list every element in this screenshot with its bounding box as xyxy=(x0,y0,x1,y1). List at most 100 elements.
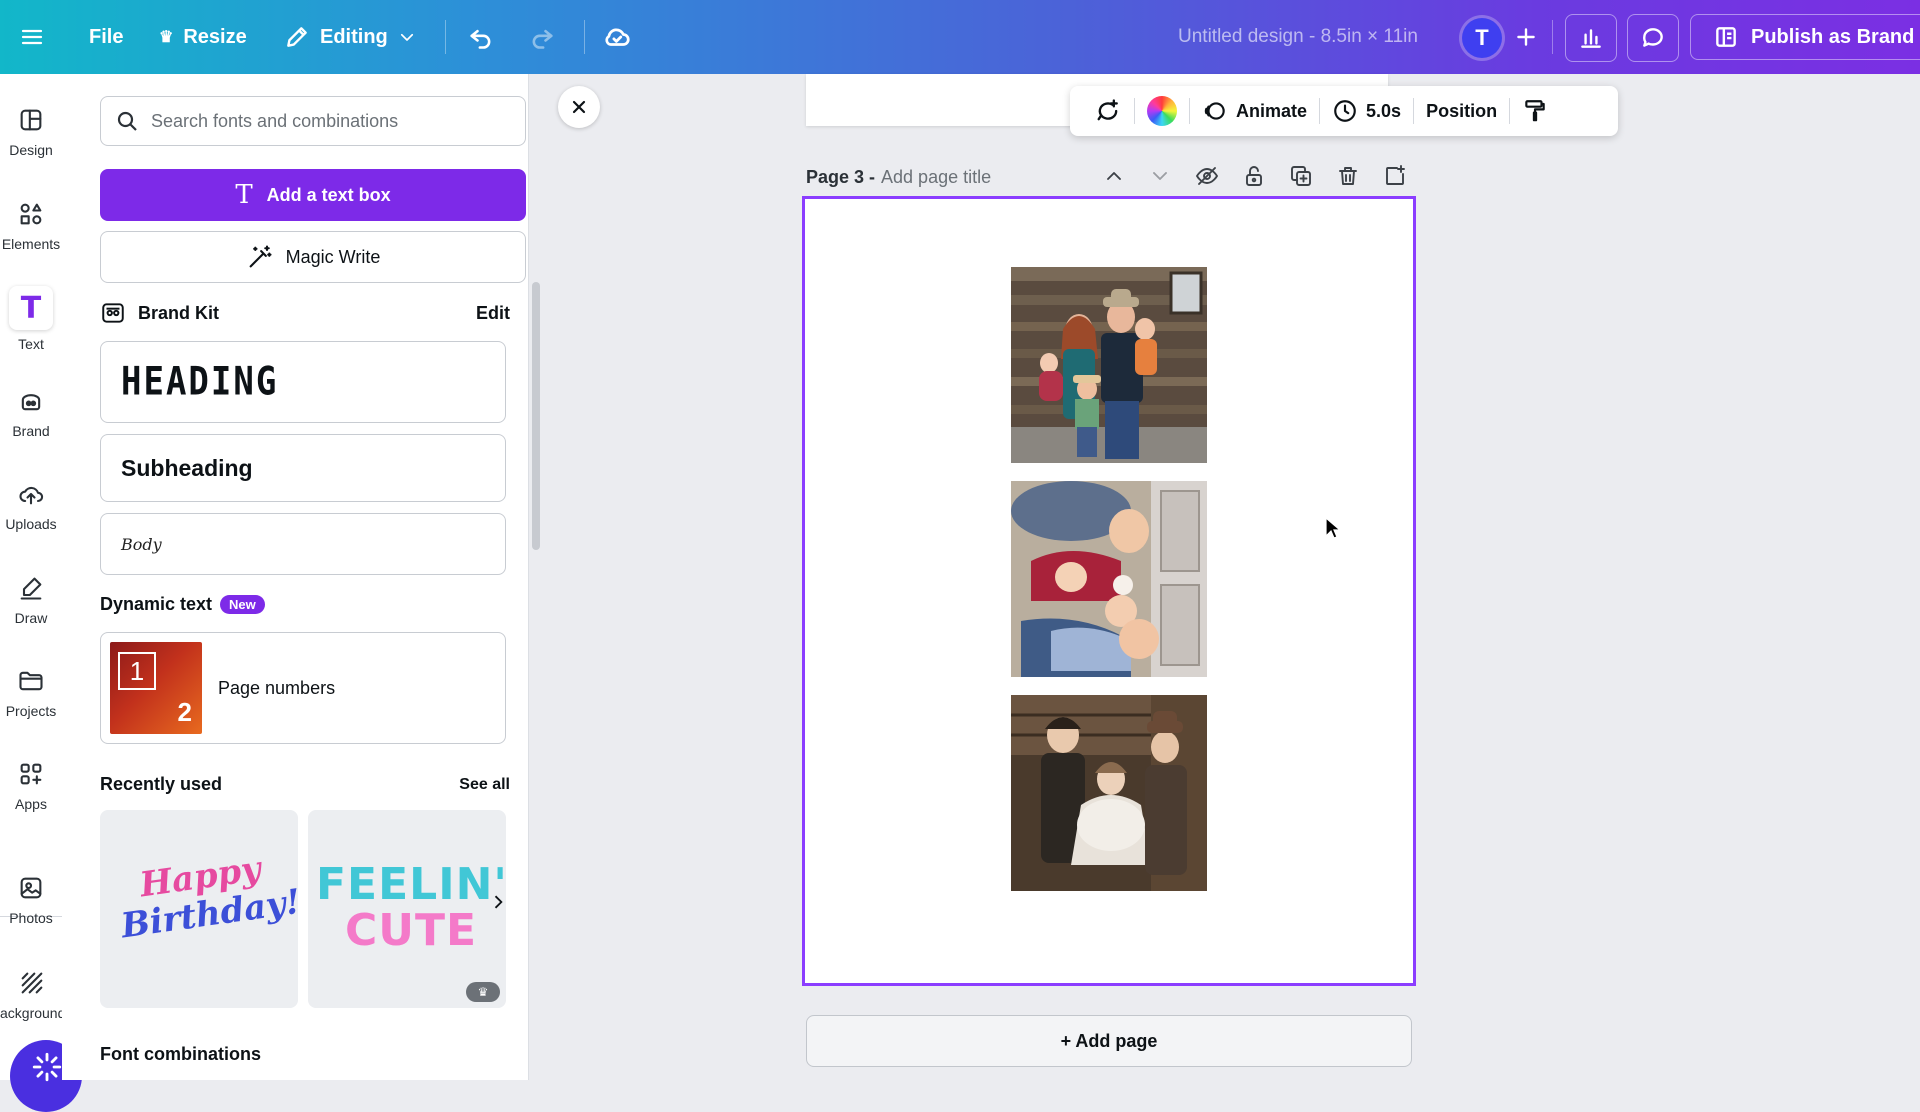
pro-crown-icon: ♛ xyxy=(466,982,500,1002)
add-text-box-button[interactable]: T Add a text box xyxy=(100,169,526,221)
draw-icon xyxy=(20,577,42,600)
shapes-icon xyxy=(20,203,42,225)
sparkle-icon xyxy=(32,1052,62,1082)
hide-page-button[interactable] xyxy=(1194,164,1220,190)
photo-kids-vintage[interactable] xyxy=(1011,695,1207,891)
share-add-button[interactable] xyxy=(1513,0,1539,74)
clock-icon xyxy=(1334,100,1356,122)
brand-template-icon xyxy=(1716,27,1736,47)
photo-family-group[interactable] xyxy=(1011,267,1207,463)
duplicate-page-button[interactable] xyxy=(1289,164,1313,190)
brand-kit-title: Brand Kit xyxy=(138,302,219,323)
crown-icon: ♛ xyxy=(159,29,174,46)
family-photo-image xyxy=(1011,267,1207,463)
animate-icon xyxy=(1204,102,1225,120)
menu-button[interactable] xyxy=(20,0,44,74)
rail-item-elements[interactable]: Elements xyxy=(0,200,62,252)
page-move-down-button[interactable] xyxy=(1148,164,1172,190)
rail-item-text[interactable]: T Text xyxy=(0,286,62,352)
recent-text-happy-birthday[interactable]: Happy Birthday! xyxy=(100,810,298,1008)
lock-page-button[interactable] xyxy=(1242,164,1266,190)
close-panel-button[interactable] xyxy=(558,86,600,128)
see-all-link[interactable]: See all xyxy=(459,776,510,794)
page-numbers-label: Page numbers xyxy=(218,677,336,698)
delete-page-button[interactable] xyxy=(1336,164,1360,190)
dynamic-text-title: Dynamic text xyxy=(100,594,213,614)
comments-button[interactable] xyxy=(1627,14,1679,62)
search-fonts-input[interactable]: Search fonts and combinations xyxy=(100,96,526,146)
add-page-after-button[interactable] xyxy=(1383,164,1407,190)
carousel-next-button[interactable] xyxy=(488,892,508,912)
animate-label: Animate xyxy=(1236,100,1308,121)
cloud-upload-icon xyxy=(19,486,44,505)
position-button[interactable]: Position xyxy=(1414,86,1509,136)
vintage-photo-image xyxy=(1011,695,1207,891)
thumb-number-1: 1 xyxy=(118,652,156,690)
publish-label: Publish as Brand Ten xyxy=(1751,25,1920,48)
resize-button[interactable]: ♛ Resize xyxy=(159,0,247,74)
rail-item-photos[interactable]: Photos xyxy=(0,874,62,926)
subheading-style-card[interactable]: Subheading xyxy=(100,434,506,502)
apps-icon xyxy=(20,763,42,785)
rail-item-design[interactable]: Design xyxy=(0,106,62,158)
photo-icon xyxy=(20,877,42,899)
copy-style-button[interactable] xyxy=(1510,86,1560,136)
duration-button[interactable]: 5.0s xyxy=(1320,86,1413,136)
cloud-save-button[interactable] xyxy=(602,0,632,74)
rail-item-projects[interactable]: Projects xyxy=(0,667,62,719)
chevron-down-icon xyxy=(1153,172,1167,180)
chevron-up-icon xyxy=(1107,172,1121,180)
insights-button[interactable] xyxy=(1565,14,1617,62)
chevron-right-icon xyxy=(494,895,503,909)
layout-icon xyxy=(20,109,42,131)
add-page-label: + Add page xyxy=(1060,1030,1158,1051)
page-title-input[interactable]: Add page title xyxy=(881,167,991,188)
rail-item-background[interactable]: ackground xyxy=(0,969,62,1021)
rail-item-uploads[interactable]: Uploads xyxy=(0,480,62,532)
page-move-up-button[interactable] xyxy=(1102,164,1126,190)
feelin-line: FEELIN' xyxy=(316,859,506,910)
magic-write-button[interactable]: Magic Write xyxy=(100,231,526,283)
add-comment-button[interactable] xyxy=(1082,86,1134,136)
page-numbers-card[interactable]: 1 2 Page numbers xyxy=(100,632,506,744)
document-title[interactable]: Untitled design - 8.5in × 11in xyxy=(1178,0,1418,74)
undo-button[interactable] xyxy=(467,0,495,74)
resize-label: Resize xyxy=(183,25,247,48)
file-menu[interactable]: File xyxy=(89,0,123,74)
rail-label: Photos xyxy=(9,910,53,926)
cursor-icon xyxy=(1325,517,1341,539)
lock-icon xyxy=(1246,166,1262,186)
brand-kit-edit-link[interactable]: Edit xyxy=(476,303,510,324)
top-toolbar: File ♛ Resize Editing Untitled design - … xyxy=(0,0,1920,74)
animate-button[interactable]: Animate xyxy=(1190,86,1319,136)
heading-style-card[interactable]: HEADING xyxy=(100,341,506,423)
divider xyxy=(445,20,446,54)
redo-button[interactable] xyxy=(528,0,556,74)
cloud-save-icon xyxy=(605,28,630,46)
publish-brand-template-button[interactable]: Publish as Brand Ten xyxy=(1690,14,1920,60)
context-toolbar: Animate 5.0s Position xyxy=(1070,86,1618,136)
brand-icon xyxy=(21,394,41,411)
divider xyxy=(584,20,585,54)
background-icon xyxy=(21,972,43,994)
brand-kit-icon xyxy=(102,303,124,323)
photo-kids-lying[interactable] xyxy=(1011,481,1207,677)
rail-item-brand[interactable]: Brand xyxy=(0,387,62,439)
chevron-down-icon xyxy=(400,33,413,41)
rail-item-draw[interactable]: Draw xyxy=(0,574,62,626)
dynamic-text-header: Dynamic text New xyxy=(100,594,510,615)
avatar-initial: T xyxy=(1475,25,1489,50)
recent-text-feelin-cute[interactable]: FEELIN' CUTE ♛ xyxy=(308,810,506,1008)
editing-dropdown[interactable]: Editing xyxy=(284,0,416,74)
color-wheel-icon xyxy=(1147,96,1177,126)
rail-label: Brand xyxy=(12,423,50,439)
divider xyxy=(1552,20,1553,54)
add-page-button[interactable]: + Add page xyxy=(806,1015,1412,1067)
background-color-button[interactable] xyxy=(1135,86,1189,136)
page-numbers-thumbnail: 1 2 xyxy=(110,642,202,734)
thumb-number-2: 2 xyxy=(177,697,192,727)
body-style-card[interactable]: Body xyxy=(100,513,506,575)
panel-scrollbar[interactable] xyxy=(532,282,540,550)
rail-item-apps[interactable]: Apps xyxy=(0,760,62,812)
avatar[interactable]: T xyxy=(1462,18,1502,58)
